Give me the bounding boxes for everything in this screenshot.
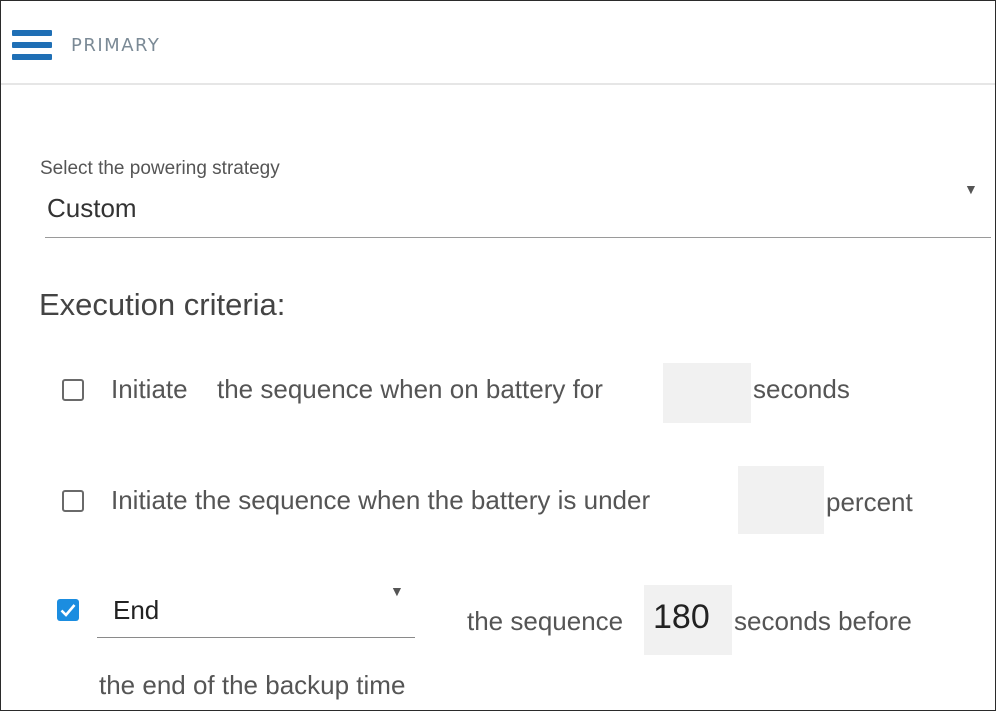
backup-seconds-input[interactable]: 180 [644,585,732,655]
strategy-select-value[interactable]: Custom [47,193,137,224]
battery-time-checkbox[interactable] [62,379,84,401]
battery-percent-input[interactable] [738,466,824,534]
battery-level-checkbox[interactable] [62,490,84,512]
criteria1-unit: seconds [753,374,850,404]
end-sequence-checkbox[interactable] [57,599,79,621]
criteria1-initiate-text: Initiate [111,374,188,404]
panel-title: PRIMARY [71,35,161,56]
strategy-select-underline [45,237,991,238]
checkmark-icon [60,604,76,617]
strategy-select-label: Select the powering strategy [40,158,280,179]
menu-icon[interactable] [12,30,52,60]
criteria1-text: the sequence when on battery for [217,374,603,404]
chevron-down-icon[interactable]: ▼ [390,583,404,599]
end-select-underline [97,637,415,638]
criteria3-unit: seconds before [734,606,912,636]
strategy-panel: PRIMARY Select the powering strategy Cus… [0,0,996,711]
execution-criteria-heading: Execution criteria: [39,287,286,322]
panel-header: PRIMARY [1,1,995,85]
chevron-down-icon[interactable]: ▼ [964,181,978,197]
criteria3-text-line2: the end of the backup time [99,670,406,700]
battery-seconds-input[interactable] [663,363,751,423]
criteria3-text: the sequence [467,606,624,636]
criteria2-unit: percent [826,487,913,517]
end-select-value[interactable]: End [113,595,159,626]
criteria2-text: Initiate the sequence when the battery i… [111,485,651,515]
backup-seconds-value: 180 [653,598,710,636]
